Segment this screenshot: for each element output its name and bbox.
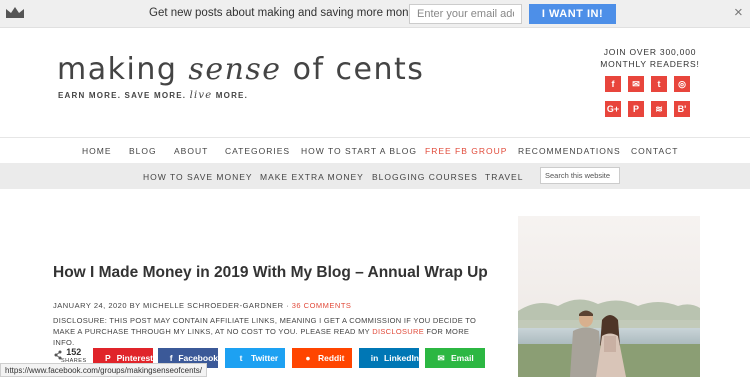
- page: Get new posts about making and saving mo…: [0, 0, 750, 377]
- twitter-icon: t: [239, 353, 243, 363]
- social-links: f ✉ t ◎ G+ P ≋ B': [605, 76, 691, 117]
- share-twitter-label: Twitter: [251, 353, 279, 363]
- nav-item-recommendations[interactable]: RECOMMENDATIONS: [518, 146, 621, 156]
- browser-status-url: https://www.facebook.com/groups/makingse…: [0, 363, 207, 377]
- secondary-nav: HOW TO SAVE MONEY MAKE EXTRA MONEY BLOGG…: [0, 163, 750, 189]
- nav-item-home[interactable]: HOME: [82, 146, 112, 156]
- google-plus-icon[interactable]: G+: [605, 101, 621, 117]
- share-pinterest-label: Pinterest: [116, 353, 153, 363]
- nav-item-blog[interactable]: BLOG: [129, 146, 157, 156]
- nav-item-about[interactable]: ABOUT: [174, 146, 208, 156]
- tagline-part1: EARN MORE. SAVE MORE.: [58, 91, 190, 100]
- author-photo[interactable]: [518, 216, 700, 377]
- reader-count-line1: JOIN OVER 300,000: [603, 47, 697, 57]
- pinterest-icon[interactable]: P: [628, 101, 644, 117]
- nav-item-categories[interactable]: CATEGORIES: [225, 146, 290, 156]
- tagline-part2: MORE.: [212, 91, 249, 100]
- author-photo-image: [518, 216, 700, 377]
- nav-item-extra-money[interactable]: MAKE EXTRA MONEY: [260, 172, 364, 182]
- logo-text-making: making: [57, 52, 189, 87]
- tagline-live: live: [189, 90, 213, 101]
- share-twitter-button[interactable]: t Twitter: [225, 348, 285, 368]
- comments-link[interactable]: 36 COMMENTS: [292, 301, 352, 310]
- post-date-author: JANUARY 24, 2020 BY MICHELLE SCHROEDER-G…: [53, 301, 292, 310]
- logo-text-sense: sense: [188, 52, 282, 87]
- share-facebook-label: Facebook: [178, 353, 218, 363]
- twitter-icon[interactable]: t: [651, 76, 667, 92]
- post-meta: JANUARY 24, 2020 BY MICHELLE SCHROEDER-G…: [53, 301, 351, 310]
- reader-count: JOIN OVER 300,000 MONTHLY READERS!: [598, 46, 702, 70]
- affiliate-disclosure: DISCLOSURE: THIS POST MAY CONTAIN AFFILI…: [53, 315, 493, 348]
- bloglovin-icon[interactable]: B': [674, 101, 690, 117]
- nav-item-start-a-blog[interactable]: HOW TO START A BLOG: [301, 146, 417, 156]
- nav-item-save-money[interactable]: HOW TO SAVE MONEY: [143, 172, 253, 182]
- instagram-icon[interactable]: ◎: [674, 76, 690, 92]
- site-tagline: EARN MORE. SAVE MORE. live MORE.: [58, 90, 248, 101]
- share-linkedin-label: LinkedIn: [384, 353, 419, 363]
- nav-item-free-fb-group[interactable]: FREE FB GROUP: [425, 146, 507, 156]
- site-logo[interactable]: making sense of cents: [57, 52, 424, 87]
- share-email-label: Email: [451, 353, 474, 363]
- share-count-number: 152: [66, 347, 82, 357]
- email-icon: ✉: [437, 352, 445, 363]
- share-reddit-button[interactable]: ● Reddit: [292, 348, 352, 368]
- reddit-icon: ●: [305, 353, 311, 363]
- nav-item-contact[interactable]: CONTACT: [631, 146, 678, 156]
- nav-item-travel[interactable]: TRAVEL: [485, 172, 523, 182]
- share-linkedin-button[interactable]: in LinkedIn: [359, 348, 419, 368]
- email-signup-bar: Get new posts about making and saving mo…: [0, 0, 750, 28]
- search-input[interactable]: [540, 167, 620, 184]
- email-signup-button[interactable]: I WANT IN!: [529, 4, 616, 24]
- nav-item-blogging-courses[interactable]: BLOGGING COURSES: [372, 172, 478, 182]
- rss-icon[interactable]: ≋: [651, 101, 667, 117]
- logo-text-of-cents: of cents: [281, 52, 425, 87]
- primary-nav: HOME BLOG ABOUT CATEGORIES HOW TO START …: [0, 137, 750, 163]
- facebook-icon: f: [169, 353, 173, 363]
- email-signup-input[interactable]: [409, 4, 522, 24]
- close-icon[interactable]: ×: [734, 5, 743, 21]
- facebook-icon[interactable]: f: [605, 76, 621, 92]
- pinterest-icon: P: [104, 353, 111, 363]
- post-title[interactable]: How I Made Money in 2019 With My Blog – …: [53, 264, 493, 281]
- share-reddit-label: Reddit: [318, 353, 345, 363]
- reader-count-line2: MONTHLY READERS!: [600, 59, 700, 69]
- linkedin-icon: in: [370, 353, 379, 363]
- crown-icon[interactable]: [5, 6, 25, 20]
- share-email-button[interactable]: ✉ Email: [425, 348, 485, 368]
- disclosure-link[interactable]: DISCLOSURE: [372, 327, 424, 336]
- email-icon[interactable]: ✉: [628, 76, 644, 92]
